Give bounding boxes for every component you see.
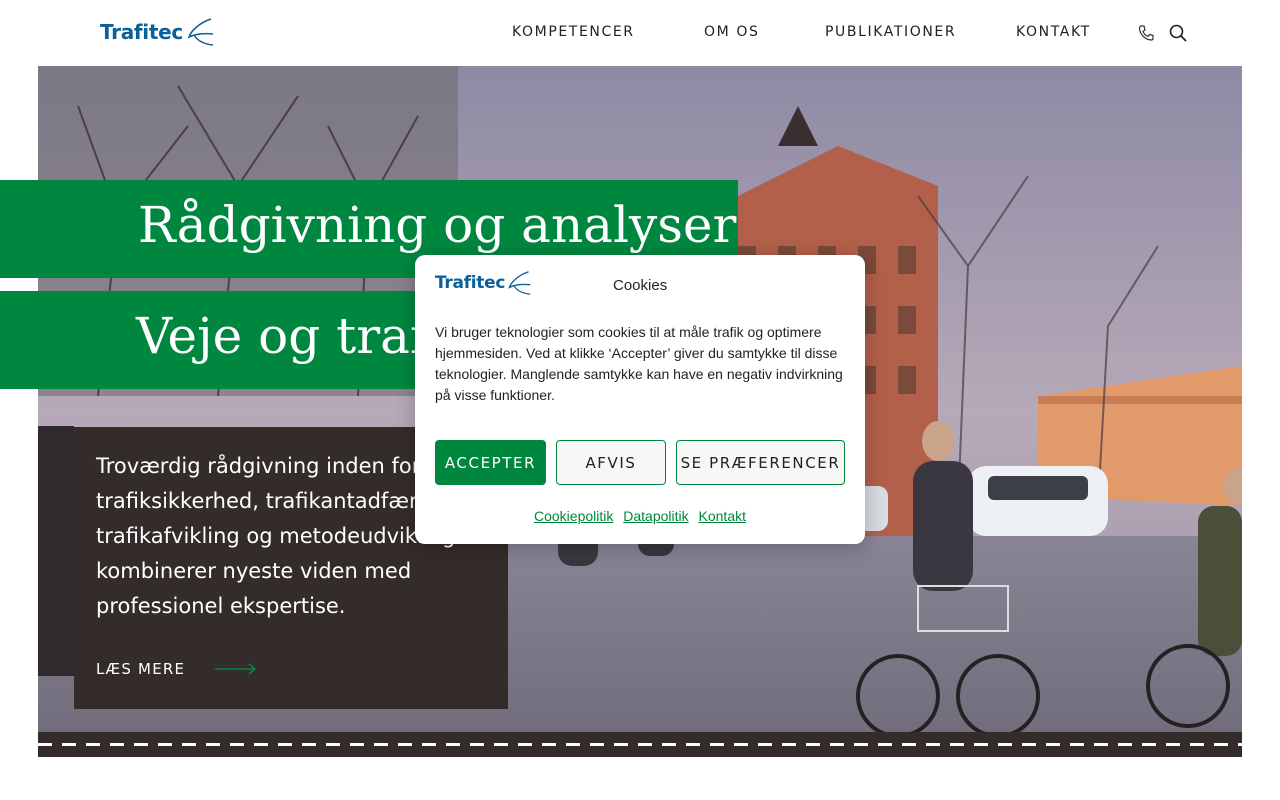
phone-icon[interactable]	[1137, 24, 1155, 42]
nav-kontakt[interactable]: KONTAKT	[1016, 24, 1091, 40]
data-policy-link[interactable]: Datapolitik	[623, 508, 688, 524]
cookie-dialog: Trafitec Cookies Vi bruger teknologier s…	[415, 255, 865, 544]
contact-link[interactable]: Kontakt	[699, 508, 746, 524]
preferences-button[interactable]: SE PRÆFERENCER	[676, 440, 845, 485]
read-more-label: LÆS MERE	[96, 660, 186, 678]
cookie-title: Cookies	[613, 277, 668, 294]
logo-text: Trafitec	[100, 20, 183, 44]
cookie-logo-text: Trafitec	[435, 273, 506, 293]
hero-headline-1-text: Rådgivning og analyser	[138, 196, 737, 254]
cookie-policy-link[interactable]: Cookiepolitik	[534, 508, 613, 524]
nav-om-os[interactable]: OM OS	[704, 24, 759, 40]
logo-swoosh-icon	[508, 271, 531, 295]
read-more-link[interactable]: LÆS MERE	[96, 660, 257, 678]
accept-button[interactable]: ACCEPTER	[435, 440, 546, 485]
cookie-logo: Trafitec	[435, 270, 533, 296]
cookie-links: Cookiepolitik Datapolitik Kontakt	[415, 508, 865, 524]
road-strip-divider	[38, 732, 1242, 757]
nav-publikationer[interactable]: PUBLIKATIONER	[825, 24, 956, 40]
site-logo[interactable]: Trafitec	[100, 16, 215, 48]
cookie-description: Vi bruger teknologier som cookies til at…	[435, 324, 843, 403]
search-icon[interactable]	[1169, 24, 1187, 42]
reject-button[interactable]: AFVIS	[556, 440, 666, 485]
logo-swoosh-icon	[187, 18, 214, 46]
arrow-right-icon	[215, 663, 257, 675]
site-header: Trafitec KOMPETENCER OM OS PUBLIKATIONER…	[0, 0, 1280, 66]
nav-kompetencer[interactable]: KOMPETENCER	[512, 24, 635, 40]
lane-dashes	[38, 743, 1242, 746]
